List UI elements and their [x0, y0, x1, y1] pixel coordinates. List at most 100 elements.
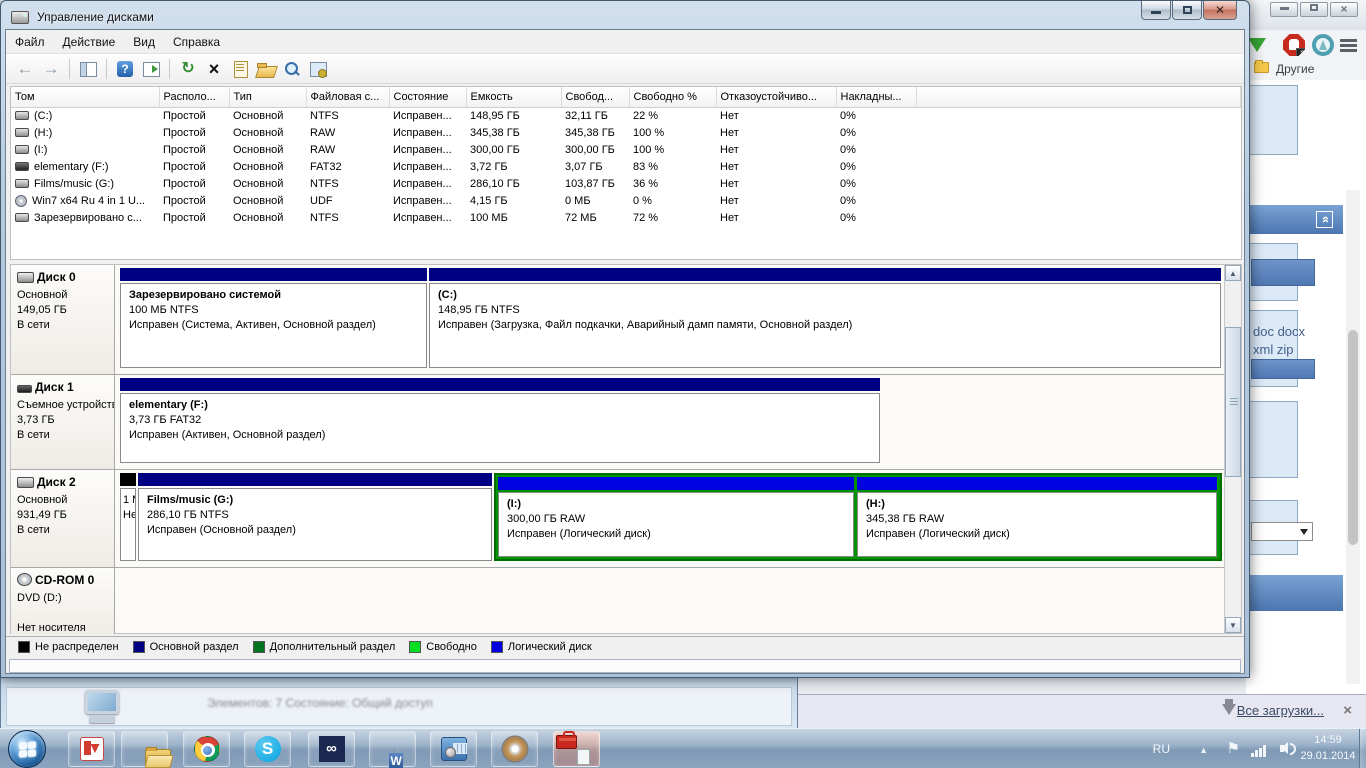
column-header[interactable]: Свобод... — [561, 87, 629, 107]
volume-icon — [15, 179, 29, 188]
column-header[interactable]: Том — [11, 87, 159, 107]
page-dropdown[interactable] — [1251, 522, 1313, 541]
cdrom-header[interactable]: CD-ROM 0 DVD (D:) Нет носителя — [11, 568, 115, 634]
partition-f[interactable]: elementary (F:) 3,73 ГБ FAT32 Исправен (… — [120, 378, 880, 463]
volume-row[interactable]: Win7 x64 Ru 4 in 1 U... Простой Основной… — [11, 192, 1241, 209]
language-indicator[interactable]: RU — [1153, 742, 1170, 756]
taskbar-explorer-button[interactable] — [121, 731, 168, 767]
volume-row[interactable]: (I:) Простой Основной RAW Исправен... 30… — [11, 141, 1241, 158]
column-header[interactable]: Емкость — [466, 87, 561, 107]
disk0-header[interactable]: Диск 0 Основной 149,05 ГБ В сети — [11, 265, 115, 374]
cell-volume: Films/music (G:) — [11, 175, 159, 192]
browser-menu-icon[interactable] — [1340, 37, 1362, 59]
all-downloads-link[interactable]: Все загрузки... — [1237, 703, 1324, 718]
menu-file[interactable]: Файл — [6, 32, 54, 52]
collapse-section-button[interactable]: » — [1316, 211, 1333, 228]
volume-row[interactable]: Зарезервировано с... Простой Основной NT… — [11, 209, 1241, 226]
partition-unallocated[interactable]: 1 МБ Не распределен — [120, 473, 136, 561]
volume-row[interactable]: Films/music (G:) Простой Основной NTFS И… — [11, 175, 1241, 192]
console-tree-icon[interactable] — [77, 59, 99, 79]
explorer-window[interactable]: Элементов: 7 Состояние: Общий доступ — [0, 672, 798, 728]
tray-time: 14:59 — [1314, 734, 1342, 746]
network-icon[interactable] — [1251, 745, 1268, 757]
browser-minimize-button[interactable] — [1270, 2, 1298, 17]
refresh-icon[interactable]: ↻ — [177, 59, 199, 79]
column-header[interactable]: Состояние — [389, 87, 466, 107]
column-header[interactable]: Файловая с... — [306, 87, 389, 107]
column-header[interactable]: Свободно % — [629, 87, 716, 107]
column-header[interactable]: Отказоустойчиво... — [716, 87, 836, 107]
disk1-header[interactable]: Диск 1 Съемное устройство 3,73 ГБ В сети — [11, 375, 115, 469]
explorer-status-text: Элементов: 7 Состояние: Общий доступ — [207, 696, 433, 710]
taskbar-system-tool-button[interactable] — [430, 731, 477, 767]
adblock-icon[interactable]: 2 — [1283, 34, 1305, 56]
scroll-up-icon[interactable]: ▲ — [1225, 265, 1241, 281]
cell: 300,00 ГБ — [466, 141, 561, 158]
find-icon[interactable] — [281, 59, 303, 79]
downloads-bar-close-button[interactable]: × — [1343, 702, 1352, 719]
extended-partition: (I:) 300,00 ГБ RAW Исправен (Логический … — [494, 473, 1222, 561]
open-icon[interactable] — [255, 59, 277, 79]
show-desktop-button[interactable] — [1359, 729, 1366, 768]
action-center-flag-icon[interactable]: ⚑ — [1227, 739, 1240, 757]
taskbar-disc-burner-button[interactable] — [491, 731, 538, 767]
manage-icon[interactable] — [307, 59, 329, 79]
desktop: × 2 Другие закладки » doc docx xml zip — [0, 0, 1366, 768]
menu-view[interactable]: Вид — [124, 32, 164, 52]
forward-icon[interactable]: → — [40, 59, 62, 79]
cell: 345,38 ГБ — [466, 124, 561, 141]
partition-system-reserved[interactable]: Зарезервировано системой 100 МБ NTFS Исп… — [120, 268, 427, 368]
properties-icon[interactable] — [229, 59, 251, 79]
cell: RAW — [306, 141, 389, 158]
hidden-icons-chevron[interactable]: ▲ — [1199, 745, 1208, 755]
taskbar-download-manager-button[interactable] — [68, 731, 115, 767]
taskbar-word-button[interactable] — [369, 731, 416, 767]
scrollbar-thumb[interactable] — [1225, 327, 1241, 477]
volume-row[interactable]: (H:) Простой Основной RAW Исправен... 34… — [11, 124, 1241, 141]
taskbar-computer-management-button[interactable] — [553, 731, 600, 767]
download-extension-icon[interactable] — [1248, 38, 1266, 52]
page-scrollbar-thumb[interactable] — [1348, 330, 1358, 545]
system-tool-icon — [441, 737, 467, 761]
partition-i[interactable]: (I:) 300,00 ГБ RAW Исправен (Логический … — [498, 477, 854, 557]
clock[interactable]: 14:59 29.01.2014 — [1296, 732, 1360, 764]
disk2-header[interactable]: Диск 2 Основной 931,49 ГБ В сети — [11, 470, 115, 567]
restore-button[interactable] — [1172, 1, 1202, 20]
taskbar-visual-studio-button[interactable]: ∞ — [308, 731, 355, 767]
scroll-down-icon[interactable]: ▼ — [1225, 617, 1241, 633]
disk-row: Диск 0 Основной 149,05 ГБ В сети Зарезер… — [11, 265, 1224, 375]
partition-h[interactable]: (H:) 345,38 ГБ RAW Исправен (Логический … — [857, 477, 1217, 557]
page-button[interactable] — [1251, 359, 1315, 379]
partition-g[interactable]: Films/music (G:) 286,10 ГБ NTFS Исправен… — [138, 473, 492, 561]
taskbar-skype-button[interactable]: S — [244, 731, 291, 767]
action-pane-icon[interactable] — [140, 59, 162, 79]
start-button[interactable] — [8, 730, 46, 768]
volume-row[interactable]: (C:) Простой Основной NTFS Исправен... 1… — [11, 107, 1241, 124]
column-header[interactable]: Располо... — [159, 87, 229, 107]
column-header[interactable]: Тип — [229, 87, 306, 107]
partition-c[interactable]: (C:) 148,95 ГБ NTFS Исправен (Загрузка, … — [429, 268, 1221, 368]
minimize-button[interactable] — [1141, 1, 1171, 20]
page-card — [1248, 500, 1298, 555]
close-icon: ✕ — [1215, 3, 1225, 17]
help-icon[interactable]: ? — [114, 59, 136, 79]
page-button[interactable] — [1251, 259, 1315, 286]
page-scrollbar[interactable] — [1346, 190, 1360, 684]
browser-maximize-button[interactable] — [1300, 2, 1328, 17]
back-icon[interactable]: ← — [14, 59, 36, 79]
column-header[interactable]: Накладны... — [836, 87, 916, 107]
menu-help[interactable]: Справка — [164, 32, 229, 52]
partition-bar — [120, 378, 880, 391]
taskbar-chrome-button[interactable] — [183, 731, 230, 767]
cell: 286,10 ГБ — [466, 175, 561, 192]
cell: 100 МБ — [466, 209, 561, 226]
cell: Исправен... — [389, 158, 466, 175]
volume-row[interactable]: elementary (F:) Простой Основной FAT32 И… — [11, 158, 1241, 175]
extension-icon[interactable] — [1312, 34, 1334, 56]
graphical-view-scrollbar[interactable]: ▲ ▼ — [1224, 265, 1241, 633]
close-button[interactable]: ✕ — [1203, 1, 1237, 20]
delete-icon[interactable]: × — [203, 59, 225, 79]
browser-close-button[interactable]: × — [1330, 2, 1358, 17]
volume-icon[interactable] — [1280, 743, 1294, 755]
menu-action[interactable]: Действие — [54, 32, 125, 52]
